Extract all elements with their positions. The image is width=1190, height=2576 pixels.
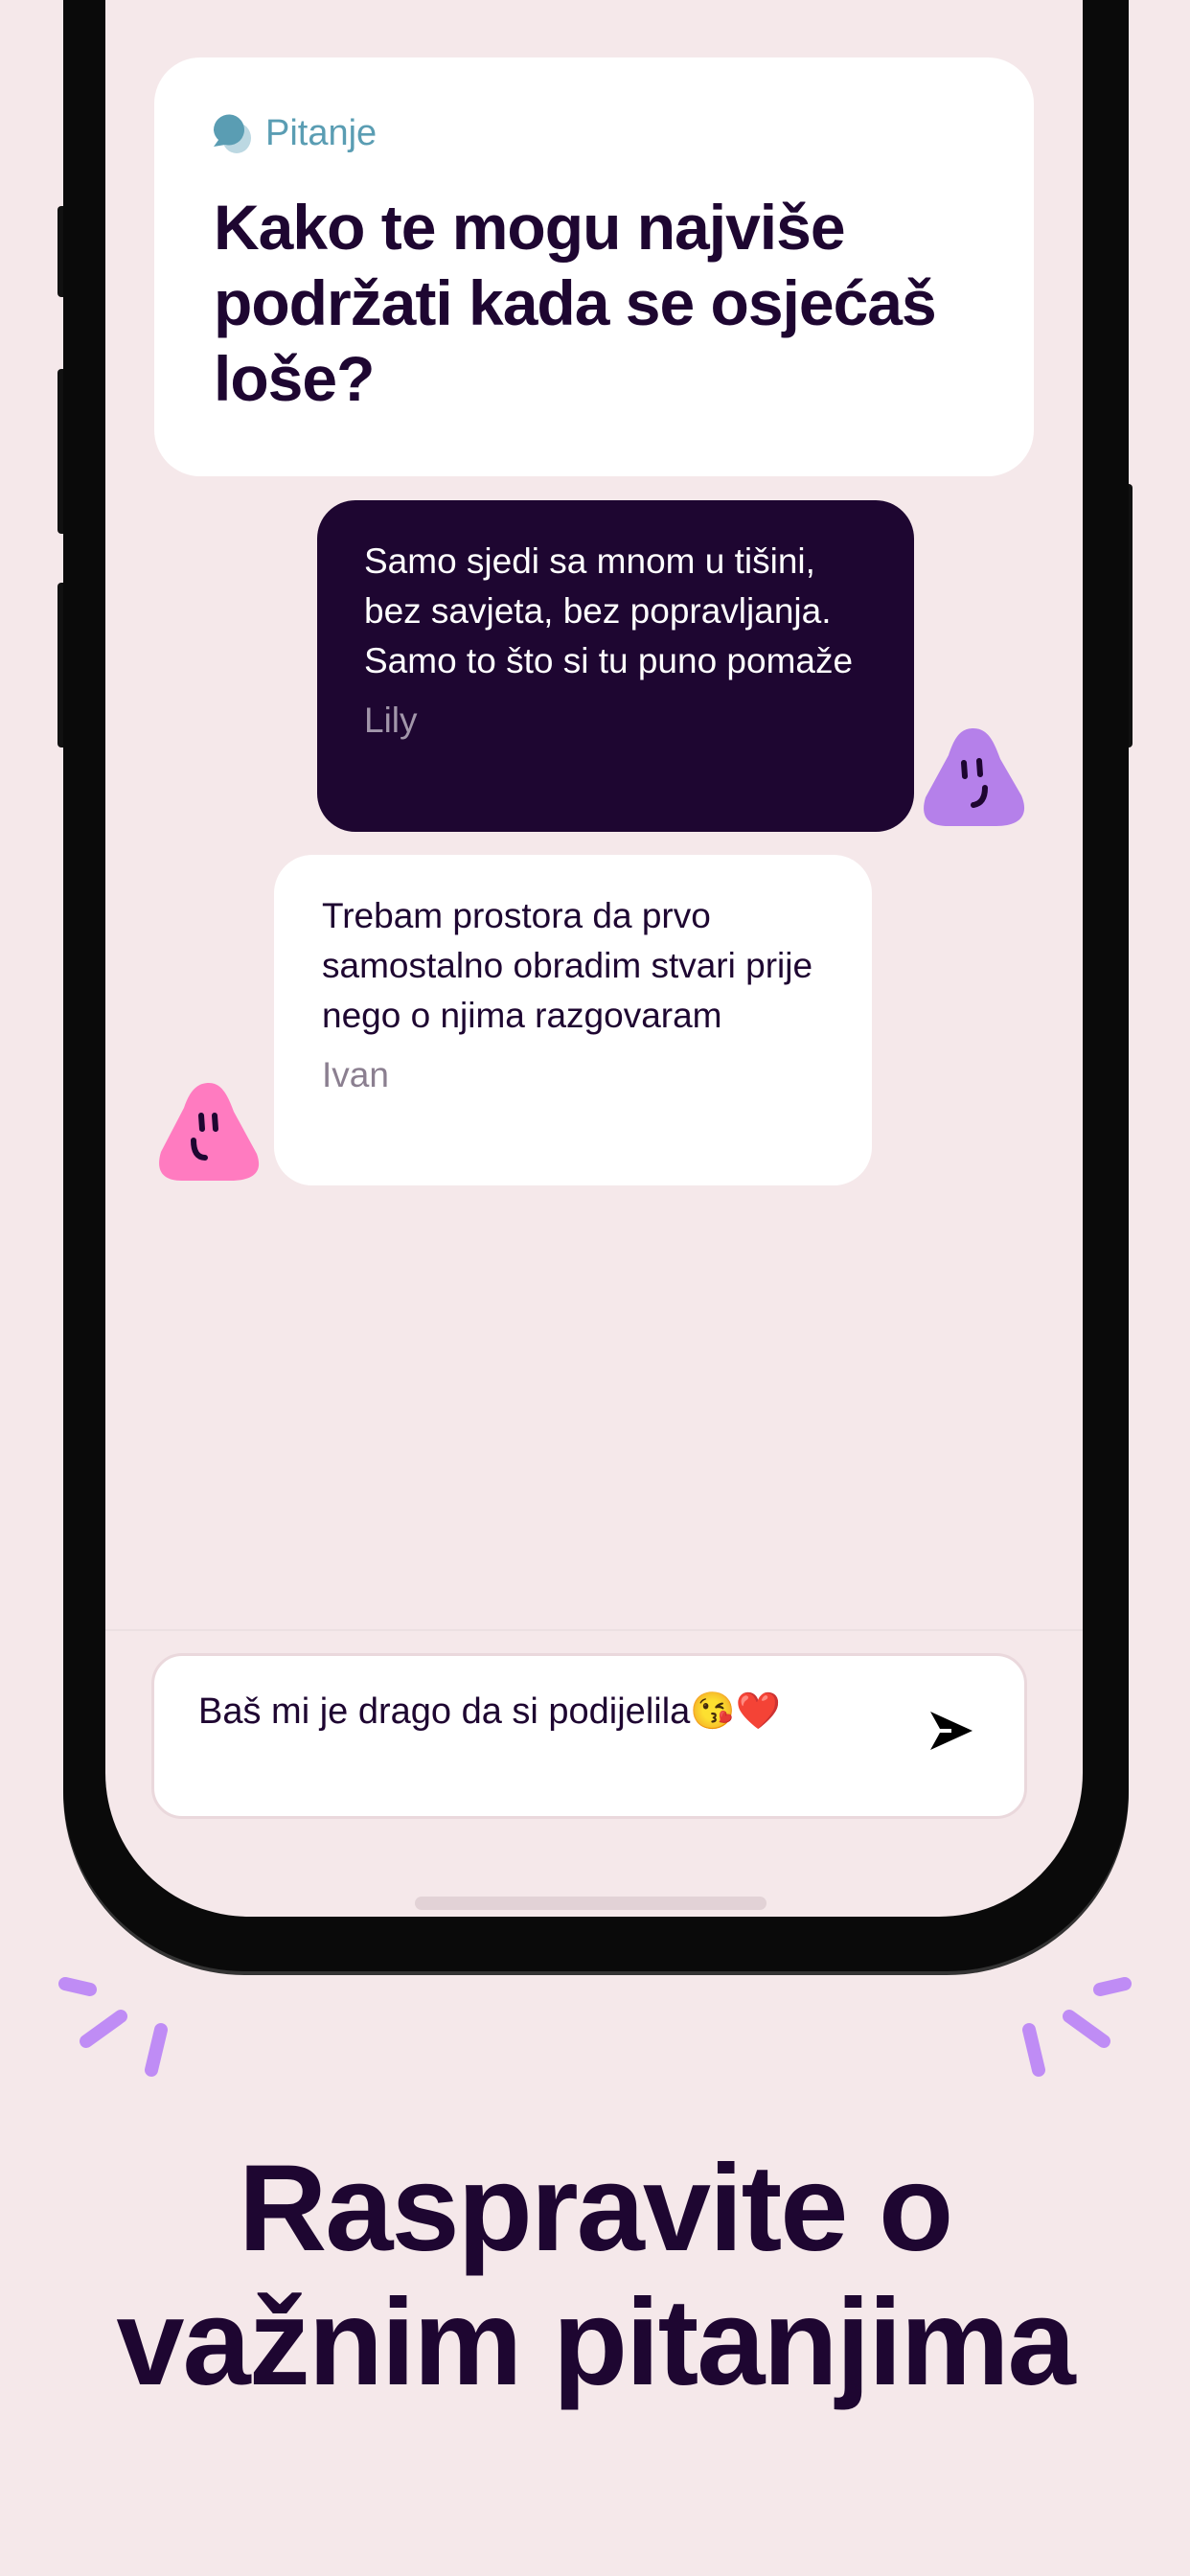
message-author: Ivan [322, 1055, 389, 1094]
avatar-lily-smiley-icon [924, 728, 1025, 826]
message-input-text[interactable]: Baš mi je drago da si podijelila😘❤️ [198, 1690, 907, 1733]
message-bubble-ivan: Trebam prostora da prvo samostalno obrad… [274, 855, 872, 1185]
marketing-headline: Raspravite o važnim pitanjima [0, 2142, 1190, 2410]
message-input[interactable]: Baš mi je drago da si podijelila😘❤️ [151, 1653, 1027, 1819]
home-indicator [415, 1897, 767, 1910]
composer-divider [105, 1629, 1083, 1631]
chat-bubbles-icon [213, 114, 251, 153]
message-text: Trebam prostora da prvo samostalno obrad… [322, 896, 813, 1035]
headline-line-2: važnim pitanjima [116, 2274, 1075, 2411]
question-card: Pitanje Kako te mogu najviše podržati ka… [154, 58, 1034, 476]
message-bubble-lily: Samo sjedi sa mnom u tišini, bez savjeta… [317, 500, 914, 832]
right-sparkle-rays-icon [1022, 1977, 1132, 2077]
message-text: Samo sjedi sa mnom u tišini, bez savjeta… [364, 541, 854, 680]
question-text: Kako te mogu najviše podržati kada se os… [214, 192, 937, 414]
left-sparkle-rays-icon [58, 1977, 168, 2077]
headline-line-1: Raspravite o [238, 2140, 953, 2277]
message-author: Lily [364, 701, 418, 740]
send-icon[interactable] [930, 1712, 973, 1750]
question-tag: Pitanje [210, 111, 377, 155]
question-tag-label: Pitanje [265, 112, 378, 153]
avatar-ivan-smiley-icon [159, 1083, 260, 1181]
